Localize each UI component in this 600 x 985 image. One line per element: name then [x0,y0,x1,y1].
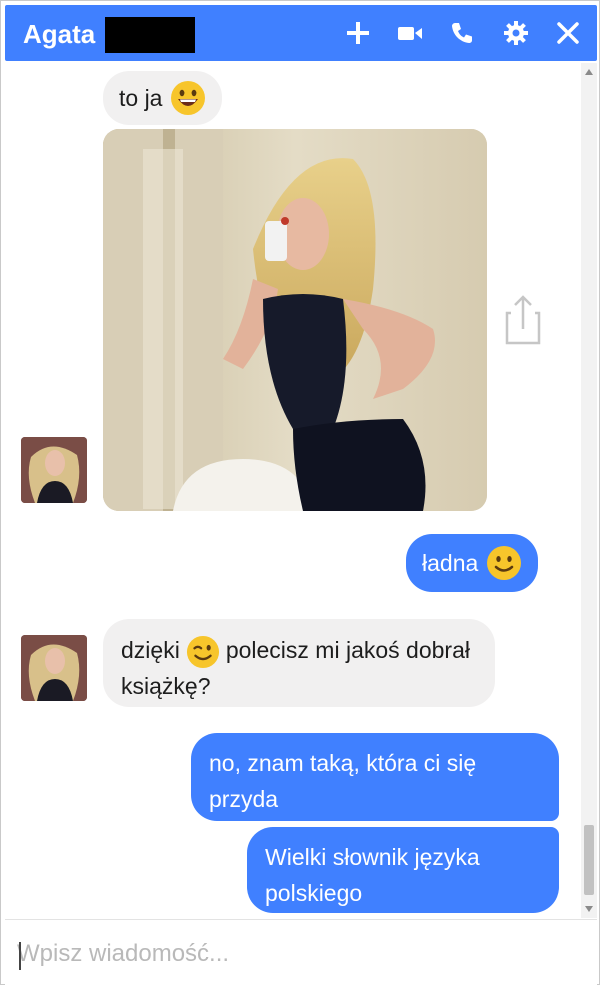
winking-emoji-icon [186,635,219,668]
outgoing-message: Wielki słownik języka polskiego [247,827,559,913]
redaction-bar [105,17,195,53]
message-input[interactable] [17,934,577,974]
outgoing-message: ładna [406,534,539,592]
video-camera-icon[interactable] [393,15,427,51]
selfie-photo-image [103,129,487,511]
message-text-before: dzięki [121,637,180,663]
chat-header: Agata [5,5,597,61]
share-icon[interactable] [503,291,543,347]
scroll-down-arrow-icon[interactable] [585,906,593,912]
incoming-message: to ja [103,71,223,125]
phone-icon[interactable] [445,15,479,51]
message-text: ładna [422,550,479,576]
smiling-emoji-icon [487,546,522,580]
close-icon[interactable] [551,15,585,51]
scrollbar-thumb[interactable] [584,825,594,895]
grinning-emoji-icon [171,81,206,115]
text-caret [19,942,21,970]
gear-icon[interactable] [499,15,533,51]
contact-avatar[interactable] [21,635,87,701]
message-composer [5,919,597,985]
contact-avatar[interactable] [21,437,87,503]
plus-icon[interactable] [341,15,375,51]
shared-photo[interactable] [103,129,487,511]
scroll-up-arrow-icon[interactable] [585,69,593,75]
message-text: no, znam taką, która ci się przyda [209,750,477,812]
outgoing-message: no, znam taką, która ci się przyda [191,733,559,821]
scrollbar[interactable] [581,63,597,918]
message-text: Wielki słownik języka polskiego [265,844,480,906]
incoming-message: dzięki polecisz mi jakoś dobrał książkę? [103,619,495,707]
chat-window: Agata to ja ładna dzięki polecisz mi jak… [0,0,600,985]
contact-name[interactable]: Agata [23,19,95,50]
message-text: to ja [119,85,163,111]
